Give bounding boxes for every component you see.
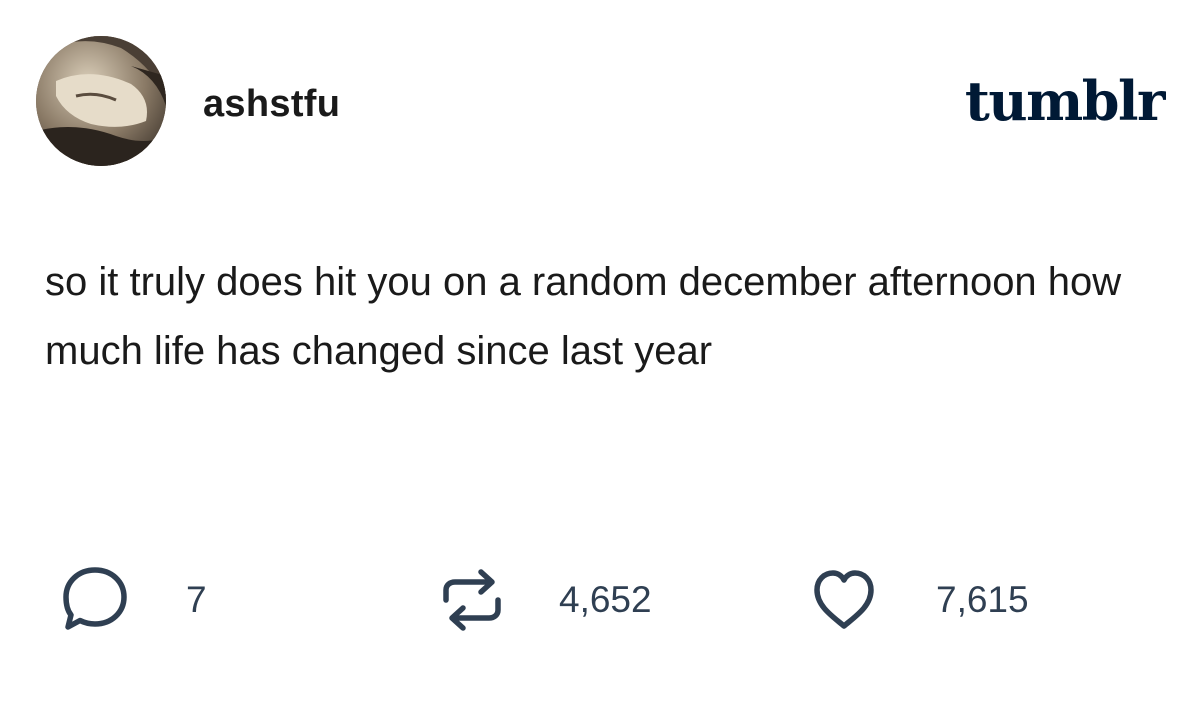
reblog-button[interactable]: 4,652 [440, 560, 652, 640]
comment-button[interactable]: 7 [60, 560, 207, 640]
post-actions: 7 4,652 7,615 [0, 560, 1200, 650]
avatar-photo [36, 36, 166, 166]
like-count: 7,615 [936, 579, 1029, 620]
post-body: so it truly does hit you on a random dec… [45, 260, 1122, 373]
reblog-arrows-icon [443, 569, 501, 631]
tumblr-logo: tumblr [964, 69, 1166, 133]
speech-bubble-icon [63, 567, 127, 630]
reblog-count: 4,652 [559, 579, 652, 620]
heart-icon [814, 570, 874, 629]
like-button[interactable]: 7,615 [812, 560, 1029, 640]
comment-count: 7 [186, 579, 207, 620]
username[interactable]: ashstfu [203, 82, 340, 126]
post-header: ashstfu tumblr [0, 0, 1200, 190]
avatar[interactable] [36, 36, 166, 166]
